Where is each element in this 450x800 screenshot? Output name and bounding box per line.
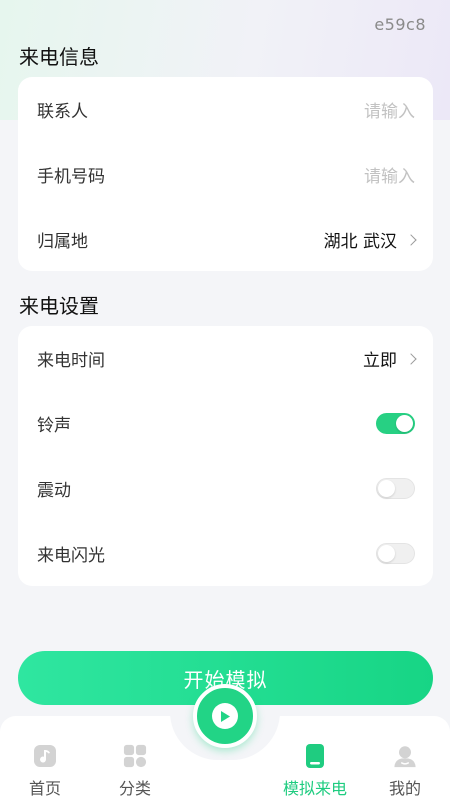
play-icon [212,703,238,729]
flash-row: 来电闪光 [18,521,433,586]
flash-label: 来电闪光 [37,546,105,566]
location-value: 湖北 武汉 [323,232,397,252]
contact-input[interactable]: 请输入 [364,97,415,122]
tab-mine-label: 我的 [388,779,421,798]
location-row[interactable]: 归属地 湖北 武汉 [18,207,433,272]
tab-home-label: 首页 [28,779,61,798]
call-time-value: 立即 [363,351,397,371]
contact-label: 联系人 [37,102,88,122]
toggle-knob [396,415,413,432]
chevron-right-icon [405,352,417,365]
vibration-label: 震动 [37,481,71,501]
call-time-label: 来电时间 [37,351,105,371]
toggle-knob [378,480,395,497]
contact-row[interactable]: 联系人 请输入 [18,77,433,142]
toggle-knob [378,545,395,562]
phone-number-label: 手机号码 [37,167,105,187]
vibration-toggle[interactable] [376,478,415,499]
music-note-icon [33,744,57,768]
location-label: 归属地 [37,232,88,252]
ringtone-toggle[interactable] [376,413,415,434]
section-title-call-info: 来电信息 [19,45,99,69]
tab-category-label: 分类 [118,779,151,798]
tab-simulate-call-label: 模拟来电 [282,779,347,798]
tab-simulate-call[interactable]: 模拟来电 [275,744,355,800]
call-info-card: 联系人 请输入 手机号码 请输入 归属地 湖北 武汉 [18,77,433,271]
tab-home[interactable]: 首页 [5,744,85,800]
section-title-call-settings: 来电设置 [19,294,99,318]
tab-mine[interactable]: 我的 [365,744,445,800]
phone-icon [303,744,327,768]
phone-number-input[interactable]: 请输入 [364,162,415,187]
call-settings-card: 来电时间 立即 铃声 震动 来电闪光 [18,326,433,586]
category-grid-icon [123,744,147,768]
vibration-row: 震动 [18,456,433,521]
chevron-right-icon [405,233,417,246]
flash-toggle[interactable] [376,543,415,564]
call-time-row[interactable]: 来电时间 立即 [18,326,433,391]
play-button[interactable] [193,684,257,748]
user-icon [393,744,417,768]
tab-category[interactable]: 分类 [95,744,175,800]
watermark: e59c8 [374,15,426,34]
ringtone-label: 铃声 [37,416,71,436]
ringtone-row: 铃声 [18,391,433,456]
phone-number-row[interactable]: 手机号码 请输入 [18,142,433,207]
